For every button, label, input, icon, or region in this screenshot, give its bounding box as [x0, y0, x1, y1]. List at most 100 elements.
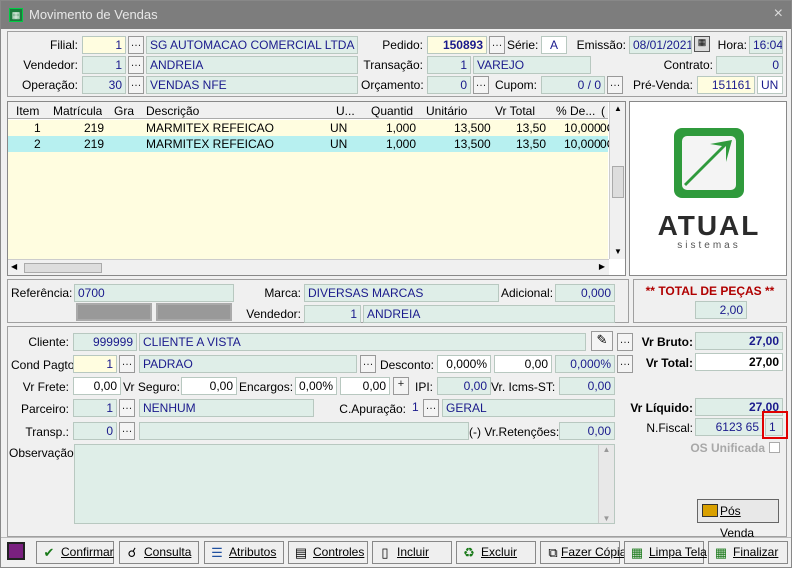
col-unitario[interactable]: Unitário [426, 104, 467, 118]
vendedor-code-field[interactable]: 1 [82, 56, 126, 74]
confirmar-button[interactable]: ✔ Confirmar [36, 541, 114, 564]
condpagto-lookup-button[interactable]: … [119, 355, 135, 373]
cliente-code-field[interactable]: 999999 [73, 333, 137, 351]
desconto-value-field[interactable]: 0,00 [494, 355, 552, 373]
col-vrtotal[interactable]: Vr Total [495, 104, 535, 118]
col-item[interactable]: Item [16, 104, 39, 118]
vrseguro-label: Vr Seguro: [123, 380, 180, 394]
transp-name-field [139, 422, 469, 440]
transacao-name-field: VAREJO [473, 56, 591, 74]
finalizar-button[interactable]: ▦ Finalizar [708, 541, 788, 564]
vrbruto-field: 27,00 [695, 332, 783, 350]
controles-label: Controles [313, 545, 365, 559]
desconto-pct2-field: 0,000% [555, 355, 615, 373]
condpagto-code-field[interactable]: 1 [73, 355, 117, 373]
parceiro-lookup-button[interactable]: … [119, 399, 135, 417]
hora-field[interactable]: 16:04 [749, 36, 783, 54]
atributos-button[interactable]: ☰ Atributos [204, 541, 284, 564]
col-gra[interactable]: Gra [114, 104, 134, 118]
cliente-lookup-button[interactable]: … [617, 333, 633, 351]
condpagto-extra-button[interactable]: … [360, 355, 376, 373]
desconto-pct-field[interactable]: 0,000% [437, 355, 491, 373]
consulta-button[interactable]: ☌ Consulta [119, 541, 199, 564]
horizontal-scrollbar[interactable]: ◀ ▶ [8, 259, 609, 275]
close-icon[interactable]: × [774, 5, 783, 23]
pedido-field[interactable]: 150893 [427, 36, 487, 54]
encargos-plus-button[interactable]: + [393, 377, 409, 395]
os-unificada-checkbox[interactable] [769, 442, 780, 453]
col-descricao[interactable]: Descrição [146, 104, 199, 118]
edit-client-icon[interactable]: ✎ [591, 331, 613, 351]
contrato-field[interactable]: 0 [716, 56, 783, 74]
save-icon[interactable] [7, 542, 25, 560]
vertical-scrollbar[interactable]: ▲ ▼ [609, 102, 625, 259]
obs-scroll-down-icon[interactable]: ▼ [599, 514, 614, 523]
orcamento-label: Orçamento: [361, 78, 424, 92]
scroll-thumb[interactable] [612, 166, 624, 198]
capuracao-code-field[interactable]: 1 [409, 399, 421, 417]
prevenda-field[interactable]: 151161 [697, 76, 755, 94]
obs-scrollbar[interactable]: ▲ ▼ [598, 445, 614, 523]
orcamento-lookup-button[interactable]: … [473, 76, 489, 94]
scroll-left-icon[interactable]: ◀ [11, 262, 17, 271]
col-matricula[interactable]: Matrícula [53, 104, 102, 118]
scroll-down-icon[interactable]: ▼ [610, 245, 625, 259]
cell-unitario: 13,500 [454, 137, 491, 151]
transp-code-field[interactable]: 0 [73, 422, 117, 440]
cupom-lookup-button[interactable]: … [607, 76, 623, 94]
fazer-copia-button[interactable]: ⧉ Fazer Cópia [540, 541, 626, 564]
total-pecas-field: 2,00 [695, 301, 747, 319]
table-row[interactable]: 1 219 MARMITEX REFEICAO UN 1,000 13,500 … [8, 120, 615, 136]
encargos-value-field[interactable]: 0,00 [340, 377, 390, 395]
col-unidade[interactable]: U... [336, 104, 355, 118]
col-quantidade[interactable]: Quantid [371, 104, 413, 118]
adicional-field: 0,000 [555, 284, 615, 302]
orcamento-field[interactable]: 0 [427, 76, 471, 94]
vendedor-lookup-button[interactable]: … [128, 56, 144, 74]
pedido-lookup-button[interactable]: … [489, 36, 505, 54]
serie-label: Série: [507, 38, 539, 52]
capuracao-lookup-button[interactable]: … [423, 399, 439, 417]
col-extra[interactable]: ( [601, 104, 605, 118]
filial-code-field[interactable]: 1 [82, 36, 126, 54]
encargos-pct-field[interactable]: 0,00% [295, 377, 337, 395]
cell-matricula: 219 [84, 137, 105, 151]
limpa-tela-button[interactable]: ▦ Limpa Tela [624, 541, 707, 564]
desconto-lookup-button[interactable]: … [617, 355, 633, 373]
prevenda-unit-field[interactable]: UN [757, 76, 783, 94]
prevenda-label: Pré-Venda: [632, 78, 693, 92]
filial-lookup-button[interactable]: … [128, 36, 144, 54]
col-desconto[interactable]: % De... [556, 104, 595, 118]
transacao-label: Transação: [363, 58, 423, 72]
cupom-field[interactable]: 0 / 0 [541, 76, 605, 94]
serie-field[interactable]: A [541, 36, 567, 54]
items-grid[interactable]: Item Matrícula Gra Descrição U... Quanti… [7, 101, 626, 276]
scroll-right-icon[interactable]: ▶ [599, 262, 605, 271]
parceiro-name-field: NENHUM [139, 399, 314, 417]
trash-icon: ♻ [463, 545, 475, 560]
calendar-icon[interactable]: ▦ [694, 36, 710, 52]
posvenda-button[interactable]: Pós Venda [697, 499, 779, 540]
parceiro-code-field[interactable]: 1 [73, 399, 117, 417]
incluir-button[interactable]: ▯ Incluir [372, 541, 452, 564]
hscroll-thumb[interactable] [24, 263, 102, 273]
item-vendedor-label: Vendedor: [246, 307, 301, 321]
operacao-lookup-button[interactable]: … [128, 76, 144, 94]
transp-lookup-button[interactable]: … [119, 422, 135, 440]
obs-scroll-up-icon[interactable]: ▲ [599, 445, 614, 454]
scroll-up-icon[interactable]: ▲ [610, 102, 625, 116]
incluir-label: Incluir [397, 545, 430, 559]
operacao-name-field: VENDAS NFE [146, 76, 358, 94]
emissao-field[interactable]: 08/01/2021 [629, 36, 692, 54]
operacao-code-field[interactable]: 30 [82, 76, 126, 94]
transacao-code-field[interactable]: 1 [427, 56, 471, 74]
cell-vrtotal: 13,50 [516, 121, 547, 135]
excluir-button[interactable]: ♻ Excluir [456, 541, 536, 564]
observacao-textarea[interactable]: ▲ ▼ [74, 444, 615, 524]
table-row[interactable]: 2 219 MARMITEX REFEICAO UN 1,000 13,500 … [8, 136, 615, 152]
vrfrete-field[interactable]: 0,00 [73, 377, 121, 395]
cell-vrtotal: 13,50 [516, 137, 547, 151]
vrseguro-field[interactable]: 0,00 [181, 377, 237, 395]
cell-unidade: UN [330, 137, 348, 151]
controles-button[interactable]: ▤ Controles [288, 541, 368, 564]
